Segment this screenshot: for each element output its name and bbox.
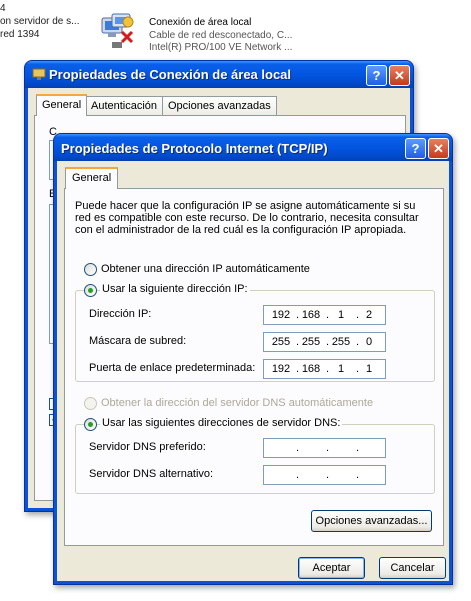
ip-octet-2: 168 [301,309,321,321]
dns-manual-label[interactable]: Usar las siguientes direcciones de servi… [100,417,343,429]
outer-help-button[interactable]: ? [366,65,387,86]
ip-octet-3: 1 [337,309,345,321]
advanced-options-button[interactable]: Opciones avanzadas... [311,510,432,532]
gateway-octet-1: 192 [271,363,291,375]
gateway-label: Puerta de enlace predeterminada: [89,362,256,374]
tab-general[interactable]: General [65,167,119,189]
description-text: Puede hacer que la configuración IP se a… [75,200,419,236]
mask-octet-2: 255 [301,336,321,348]
bg-line-1: 4 [0,3,6,14]
network-connection-icon[interactable] [98,12,138,50]
network-icon [31,66,47,82]
subnet-mask-label: Máscara de subred: [89,335,187,347]
dns-auto-radio[interactable] [84,397,97,410]
help-button[interactable]: ? [405,138,426,159]
outer-tab-advanced[interactable]: Opciones avanzadas [162,96,277,116]
ip-octet-4: 2 [365,309,373,321]
dns-preferred-field[interactable]: ... [263,438,386,458]
gateway-octet-3: 1 [337,363,345,375]
ip-auto-radio[interactable] [84,263,97,276]
general-tab-panel: Puede hacer que la configuración IP se a… [64,188,444,546]
dns-alternate-label: Servidor DNS alternativo: [89,468,214,480]
gateway-octet-4: 1 [365,363,373,375]
ip-manual-radio[interactable] [84,284,97,297]
tcpip-properties-dialog: Propiedades de Protocolo Internet (TCP/I… [53,133,453,585]
gateway-field[interactable]: 192. 168. 1. 1 [263,359,386,379]
ip-address-label: Dirección IP: [89,308,152,320]
bg-line-2: on servidor de s... [0,16,80,27]
dialog-title: Propiedades de Protocolo Internet (TCP/I… [61,141,328,156]
bg-line-3: red 1394 [0,29,40,40]
gateway-octet-2: 168 [301,363,321,375]
bg-connection-status: Cable de red desconectado, C... [149,30,293,41]
dns-alternate-field[interactable]: ... [263,465,386,485]
mask-octet-4: 0 [365,336,373,348]
ok-button[interactable]: Aceptar [298,557,365,579]
bg-connection-name[interactable]: Conexión de área local [149,17,251,29]
outer-close-button[interactable]: ✕ [389,65,410,86]
close-button[interactable]: ✕ [428,138,449,159]
dns-preferred-label: Servidor DNS preferido: [89,441,206,453]
outer-window-title: Propiedades de Conexión de área local [49,67,292,82]
dns-auto-label[interactable]: Obtener la dirección del servidor DNS au… [101,397,373,409]
ip-auto-label[interactable]: Obtener una dirección IP automáticamente [101,263,310,275]
bg-connection-adapter: Intel(R) PRO/100 VE Network ... [149,42,293,53]
dns-manual-radio[interactable] [84,418,97,431]
dialog-client-area: General Puede hacer que la configuración… [57,161,449,581]
ip-manual-label[interactable]: Usar la siguiente dirección IP: [100,283,250,295]
cancel-button[interactable]: Cancelar [379,557,446,579]
subnet-mask-field[interactable]: 255. 255. 255. 0 [263,332,386,352]
ip-address-field[interactable]: 192. 168. 1. 2 [263,305,386,325]
outer-tab-general[interactable]: General [36,94,88,116]
outer-tab-authentication[interactable]: Autenticación [85,96,164,116]
outer-titlebar[interactable]: Propiedades de Conexión de área local ? … [25,61,413,88]
mask-octet-1: 255 [271,336,291,348]
dialog-titlebar[interactable]: Propiedades de Protocolo Internet (TCP/I… [54,134,452,161]
ip-octet-1: 192 [271,309,291,321]
mask-octet-3: 255 [331,336,351,348]
